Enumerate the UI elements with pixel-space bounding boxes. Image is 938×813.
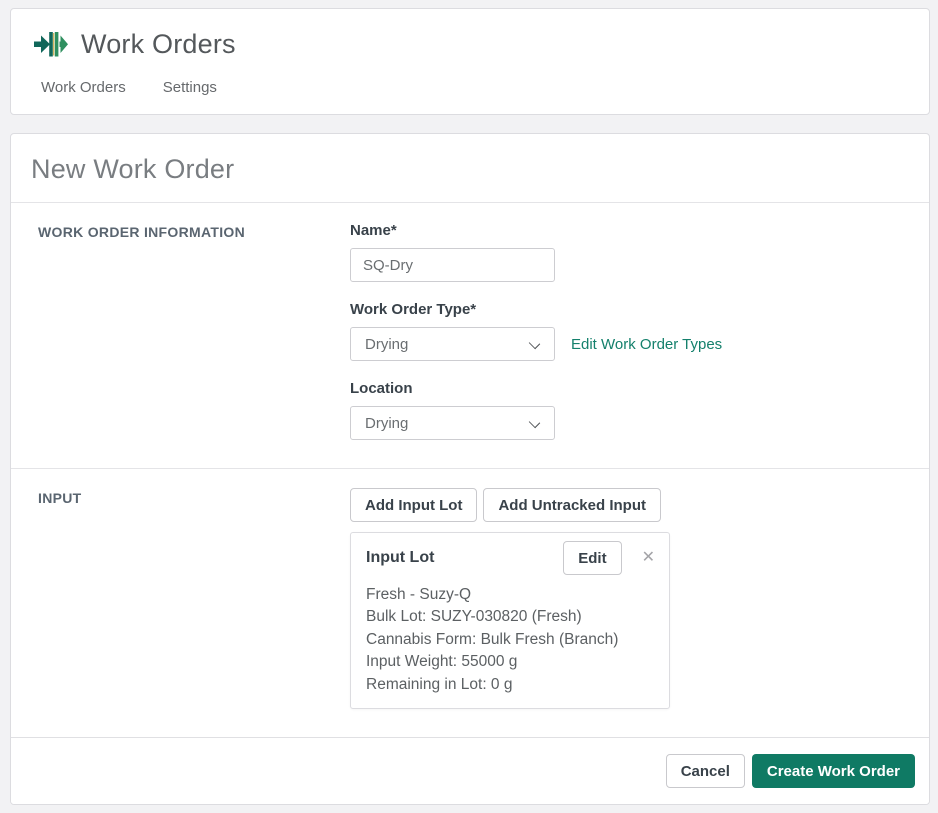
main-nav: Work Orders Settings — [34, 79, 909, 96]
close-icon[interactable]: ✕ — [642, 550, 655, 566]
lot-detail-line: Fresh - Suzy-Q — [366, 586, 472, 603]
new-work-order-panel: New Work Order WORK ORDER INFORMATION Na… — [10, 133, 930, 805]
app-title: Work Orders — [81, 28, 236, 59]
app-header: Work Orders Work Orders Settings — [10, 8, 930, 115]
input-lot-card-header: Input Lot Edit ✕ — [366, 541, 655, 575]
section-label-column: INPUT — [11, 469, 350, 737]
location-field-group: Location Drying — [350, 380, 929, 440]
merge-arrows-icon — [34, 32, 68, 57]
name-label: Name* — [350, 222, 397, 239]
name-field-group: Name* — [350, 222, 929, 282]
input-lot-title: Input Lot — [366, 549, 435, 566]
edit-input-lot-button[interactable]: Edit — [563, 541, 622, 575]
input-section: INPUT Add Input Lot Add Untracked Input … — [11, 468, 929, 737]
brand-row: Work Orders — [34, 23, 909, 65]
work-order-type-selected-value: Drying — [365, 335, 409, 353]
nav-work-orders[interactable]: Work Orders — [41, 79, 126, 96]
form-footer: Cancel Create Work Order — [11, 737, 929, 804]
edit-work-order-types-link[interactable]: Edit Work Order Types — [571, 336, 722, 353]
chevron-down-icon — [528, 416, 541, 429]
work-order-information-fields: Name* Work Order Type* Drying Edit Work … — [350, 203, 929, 468]
nav-settings[interactable]: Settings — [163, 79, 217, 96]
work-order-information-label: WORK ORDER INFORMATION — [38, 224, 245, 240]
location-select[interactable]: Drying — [350, 406, 555, 440]
work-order-type-select[interactable]: Drying — [350, 327, 555, 361]
location-selected-value: Drying — [365, 414, 409, 432]
page-title-wrap: New Work Order — [11, 134, 929, 203]
work-order-type-label: Work Order Type* — [350, 301, 477, 318]
input-lot-card: Input Lot Edit ✕ Fresh - Suzy-Q Bulk Lot… — [350, 532, 670, 710]
cancel-button[interactable]: Cancel — [665, 754, 745, 789]
page-title: New Work Order — [31, 154, 235, 184]
add-untracked-input-button[interactable]: Add Untracked Input — [483, 488, 661, 522]
location-label: Location — [350, 380, 413, 397]
work-order-type-field-group: Work Order Type* Drying Edit Work Order … — [350, 301, 929, 361]
add-input-lot-button[interactable]: Add Input Lot — [350, 488, 478, 522]
input-section-label: INPUT — [38, 490, 82, 506]
create-work-order-button[interactable]: Create Work Order — [751, 754, 915, 789]
input-buttons-row: Add Input Lot Add Untracked Input — [350, 488, 929, 522]
name-input[interactable] — [350, 248, 555, 282]
input-lot-details: Fresh - Suzy-Q Bulk Lot: SUZY-030820 (Fr… — [366, 584, 655, 696]
work-order-information-section: WORK ORDER INFORMATION Name* Work Order … — [11, 203, 929, 468]
lot-detail-line: Input Weight: 55000 g — [366, 653, 518, 671]
lot-detail-line: Bulk Lot: SUZY-030820 (Fresh) — [366, 608, 582, 626]
input-section-fields: Add Input Lot Add Untracked Input Input … — [350, 469, 929, 737]
section-label-column: WORK ORDER INFORMATION — [11, 203, 350, 468]
lot-detail-line: Remaining in Lot: 0 g — [366, 675, 513, 693]
chevron-down-icon — [528, 337, 541, 350]
lot-detail-line: Cannabis Form: Bulk Fresh (Branch) — [366, 630, 619, 648]
